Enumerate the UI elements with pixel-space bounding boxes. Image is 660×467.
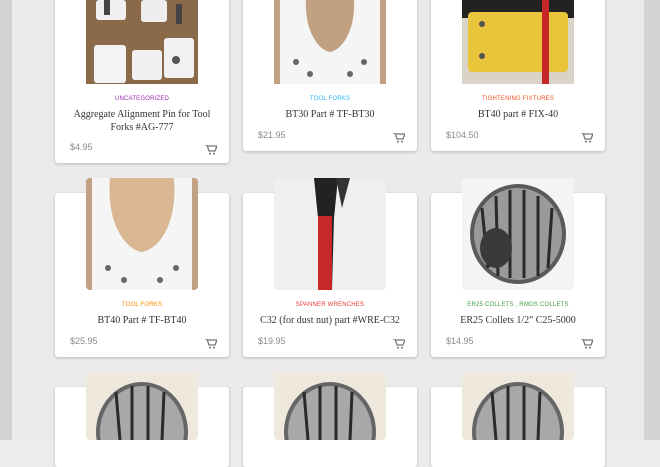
cart-icon[interactable]: [581, 336, 594, 349]
product-card[interactable]: [431, 372, 605, 467]
product-image[interactable]: [86, 0, 198, 102]
product-price: $104.50: [446, 130, 479, 140]
product-image[interactable]: [462, 372, 574, 440]
product-card[interactable]: [55, 372, 229, 467]
product-price: $4.95: [70, 142, 93, 152]
product-image[interactable]: [274, 372, 386, 440]
cart-icon[interactable]: [205, 336, 218, 349]
product-price: $21.95: [258, 130, 286, 140]
product-category[interactable]: TOOL FORKS: [243, 96, 417, 102]
right-scroll-gutter: [644, 0, 660, 440]
product-category[interactable]: TOOL FORKS: [55, 302, 229, 308]
cart-icon[interactable]: [393, 130, 406, 143]
product-card[interactable]: SPANNER WRENCHES C32 (for dust nut) part…: [243, 178, 417, 357]
product-card[interactable]: UNCATEGORIZED Aggregate Alignment Pin fo…: [55, 0, 229, 163]
cart-icon[interactable]: [581, 130, 594, 143]
product-category[interactable]: UNCATEGORIZED: [55, 96, 229, 102]
product-title[interactable]: Aggregate Alignment Pin for Tool Forks #…: [65, 108, 219, 134]
product-image[interactable]: [274, 0, 386, 102]
product-price: $25.95: [70, 336, 98, 346]
product-image[interactable]: [86, 372, 198, 440]
product-card[interactable]: TOOL FORKS BT30 Part # TF-BT30 $21.95: [243, 0, 417, 151]
product-grid: UNCATEGORIZED Aggregate Alignment Pin fo…: [14, 0, 644, 467]
cart-icon[interactable]: [205, 142, 218, 155]
product-title[interactable]: ER25 Collets 1/2" C25-5000: [441, 314, 595, 327]
product-image[interactable]: [462, 178, 574, 290]
product-price: $14.95: [446, 336, 474, 346]
product-title[interactable]: C32 (for dust nut) part #WRE-C32: [253, 314, 407, 327]
product-image[interactable]: [462, 0, 574, 102]
product-title[interactable]: BT40 Part # TF-BT40: [65, 314, 219, 327]
cart-icon[interactable]: [393, 336, 406, 349]
product-card[interactable]: TIGHTENING FIXTURES BT40 part # FIX-40 $…: [431, 0, 605, 151]
product-category[interactable]: ER25 COLLETS , RMOS COLLETS: [431, 302, 605, 308]
product-title[interactable]: BT30 Part # TF-BT30: [253, 108, 407, 121]
left-scroll-gutter: [0, 0, 12, 440]
product-image[interactable]: [274, 178, 386, 290]
product-card[interactable]: TOOL FORKS BT40 Part # TF-BT40 $25.95: [55, 178, 229, 357]
product-image[interactable]: [86, 178, 198, 290]
product-category[interactable]: TIGHTENING FIXTURES: [431, 96, 605, 102]
product-card[interactable]: ER25 COLLETS , RMOS COLLETS ER25 Collets…: [431, 178, 605, 357]
product-category[interactable]: SPANNER WRENCHES: [243, 302, 417, 308]
product-card[interactable]: [243, 372, 417, 467]
product-price: $19.95: [258, 336, 286, 346]
product-title[interactable]: BT40 part # FIX-40: [441, 108, 595, 121]
